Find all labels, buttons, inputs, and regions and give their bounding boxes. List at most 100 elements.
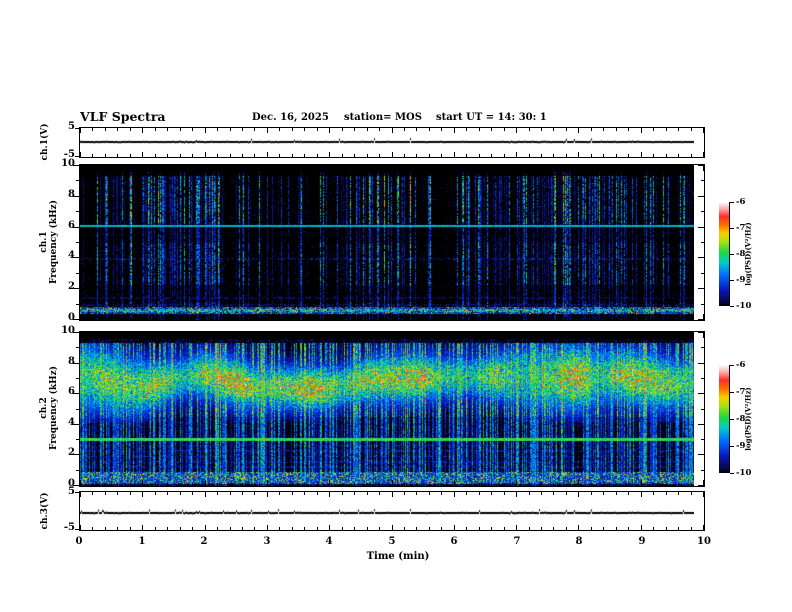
x-tick [267,152,268,157]
x-tick [342,527,343,530]
x-tick [117,165,118,168]
x-tick [666,332,667,335]
x-tick [466,332,467,335]
x-tick [392,128,393,133]
x-tick [441,165,442,168]
x-tick [491,317,492,320]
x-tick [304,128,305,131]
x-tick [603,483,604,486]
x-tick [279,317,280,320]
x-tick [566,527,567,530]
x-tick [279,492,280,495]
x-tick [653,154,654,157]
start-ut-label: start UT = 14: 30: 1 [436,112,547,123]
x-tick [541,332,542,335]
x-tick [628,128,629,131]
x-tick [603,527,604,530]
y-tick [76,180,79,181]
x-tick [205,492,206,497]
x-tick [230,527,231,530]
x-tick [703,128,704,133]
x-tick [80,314,81,320]
x-tick [466,483,467,486]
x-tick [529,154,530,157]
x-tick [142,314,143,320]
x-tick [142,492,143,497]
x-tick [167,154,168,157]
x-tick [566,128,567,131]
x-tick [130,317,131,320]
ch2-spectrogram-axis-title: ch.2 Frequency (kHz) [39,366,59,450]
x-tick [441,527,442,530]
x-tick [279,154,280,157]
x-tick [254,332,255,335]
x-tick [267,128,268,133]
x-tick [454,314,455,320]
x-tick [553,527,554,530]
x-tick [541,154,542,157]
x-tick [180,332,181,335]
y-tick [76,242,79,243]
x-tick [591,165,592,168]
y-tick [701,347,704,348]
x-tick [566,154,567,157]
x-tick [329,128,330,133]
x-tick [317,154,318,157]
x-tick [491,492,492,495]
x-tick [267,480,268,486]
x-tick [641,128,642,133]
x-tick [230,154,231,157]
y-tick [698,454,704,455]
x-tick [603,332,604,335]
x-tick [354,332,355,335]
x-tick [491,483,492,486]
x-tick [242,154,243,157]
x-tick [317,165,318,168]
x-tick [516,314,517,320]
x-tick [354,483,355,486]
x-tick [454,165,455,171]
x-tick [541,165,542,168]
x-tick [142,128,143,133]
x-tick [242,492,243,495]
x-tick-label: 10 [697,536,711,547]
x-tick [292,332,293,335]
x-tick [242,483,243,486]
x-tick [578,314,579,320]
x-tick [167,332,168,335]
x-tick [566,483,567,486]
x-tick [192,165,193,168]
x-tick [192,154,193,157]
x-tick [653,527,654,530]
x-tick [292,492,293,495]
x-tick [591,128,592,131]
x-tick [155,332,156,335]
x-tick [292,165,293,168]
x-tick [155,165,156,168]
x-tick [616,483,617,486]
x-tick [416,165,417,168]
x-tick [616,332,617,335]
x-tick [516,152,517,157]
x-tick [653,128,654,131]
x-tick [641,165,642,171]
x-tick [80,332,81,338]
y-tick [698,332,704,333]
x-tick-label: 2 [200,536,208,547]
x-tick [279,527,280,530]
x-tick [379,527,380,530]
x-tick [192,317,193,320]
y-tick-label: 4 [68,417,75,428]
x-tick [416,492,417,495]
x-tick [142,480,143,486]
x-tick [566,165,567,168]
x-tick [117,317,118,320]
ch1-spectrogram-axis-title: ch.1 Frequency (kHz) [39,200,59,284]
x-tick [304,332,305,335]
x-tick [342,332,343,335]
x-tick [329,525,330,530]
x-tick [541,317,542,320]
x-tick [553,165,554,168]
x-tick [678,317,679,320]
x-tick [254,317,255,320]
